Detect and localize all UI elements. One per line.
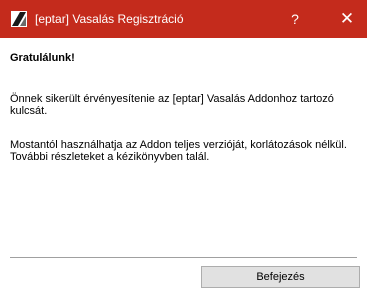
help-button[interactable]: ? bbox=[284, 8, 306, 30]
validation-message: Önnek sikerült érvényesítenie az [eptar]… bbox=[10, 93, 334, 117]
full-version-message: Mostantól használhatja az Addon teljes v… bbox=[10, 139, 347, 163]
app-icon bbox=[11, 11, 27, 27]
finish-button[interactable]: Befejezés bbox=[201, 266, 360, 288]
registration-dialog: [eptar] Vasalás Regisztráció ? ✕ Gratulá… bbox=[0, 0, 367, 296]
window-title: [eptar] Vasalás Regisztráció bbox=[35, 12, 184, 26]
divider bbox=[10, 257, 357, 258]
title-bar[interactable]: [eptar] Vasalás Regisztráció ? ✕ bbox=[0, 0, 367, 38]
congratulations-heading: Gratulálunk! bbox=[10, 52, 75, 64]
close-button[interactable]: ✕ bbox=[336, 8, 358, 30]
